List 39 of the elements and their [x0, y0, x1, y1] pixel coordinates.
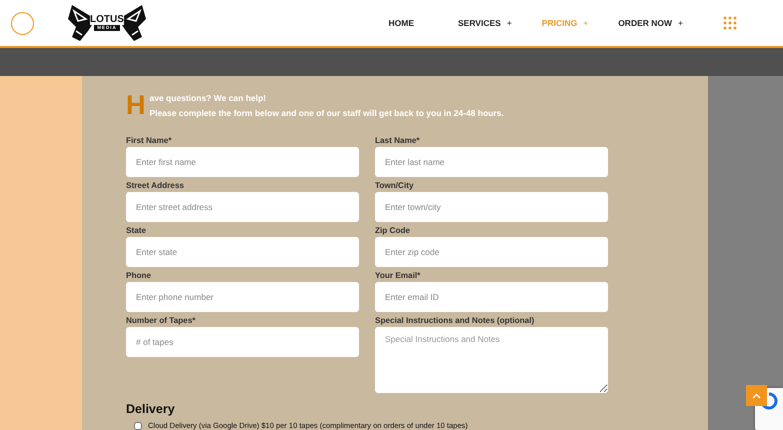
- input-field[interactable]: Enter last name: [375, 147, 608, 177]
- captcha-icon: [760, 392, 778, 410]
- section-heading: Delivery: [126, 402, 176, 416]
- logo-text: LOTUS: [90, 15, 124, 25]
- input-field[interactable]: Enter email ID: [375, 282, 608, 312]
- chevron-up-icon: [752, 392, 761, 398]
- field-label: Last Name*: [375, 135, 421, 146]
- input-field[interactable]: # of tapes: [126, 327, 359, 357]
- wing-icon: [68, 5, 92, 41]
- field-label: Special Instructions and Notes (optional): [375, 315, 536, 326]
- submenu-marker: +: [506, 18, 512, 28]
- field-label: State: [126, 225, 148, 236]
- field-label: Town/City: [375, 180, 415, 191]
- intro-text: ave questions? We can help!: [150, 93, 268, 103]
- nav-link[interactable]: HOME: [388, 18, 414, 28]
- input-field[interactable]: Enter phone number: [126, 282, 359, 312]
- input-field[interactable]: Enter first name: [126, 147, 359, 177]
- field-label: Street Address: [126, 180, 185, 191]
- submenu-marker: +: [678, 18, 683, 28]
- field-label: Phone: [126, 270, 152, 281]
- nav-link[interactable]: SERVICES +: [458, 18, 512, 28]
- circle-icon[interactable]: [11, 12, 34, 34]
- input-field[interactable]: Enter street address: [126, 192, 359, 222]
- nav-link[interactable]: ORDER NOW +: [618, 18, 683, 28]
- field-label: Your Email*: [375, 270, 422, 281]
- scroll-top-button[interactable]: [746, 385, 767, 406]
- field-label: First Name*: [126, 135, 173, 146]
- intro-text: Please complete the form below and one of our staff will get back to you in 24-48 hours.: [150, 108, 504, 118]
- input-field[interactable]: Enter town/city: [375, 192, 608, 222]
- input-field[interactable]: Enter state: [126, 237, 359, 267]
- input-field[interactable]: Enter zip code: [375, 237, 608, 267]
- notes-field[interactable]: Special Instructions and Notes: [375, 327, 608, 393]
- checkbox[interactable]: [134, 422, 142, 430]
- drop-cap: H: [126, 93, 146, 117]
- grid-menu-icon[interactable]: [723, 16, 737, 30]
- submenu-marker: +: [583, 18, 588, 28]
- field-label: Zip Code: [375, 225, 412, 236]
- field-label: Number of Tapes*: [126, 315, 196, 326]
- wing-icon: [122, 5, 146, 41]
